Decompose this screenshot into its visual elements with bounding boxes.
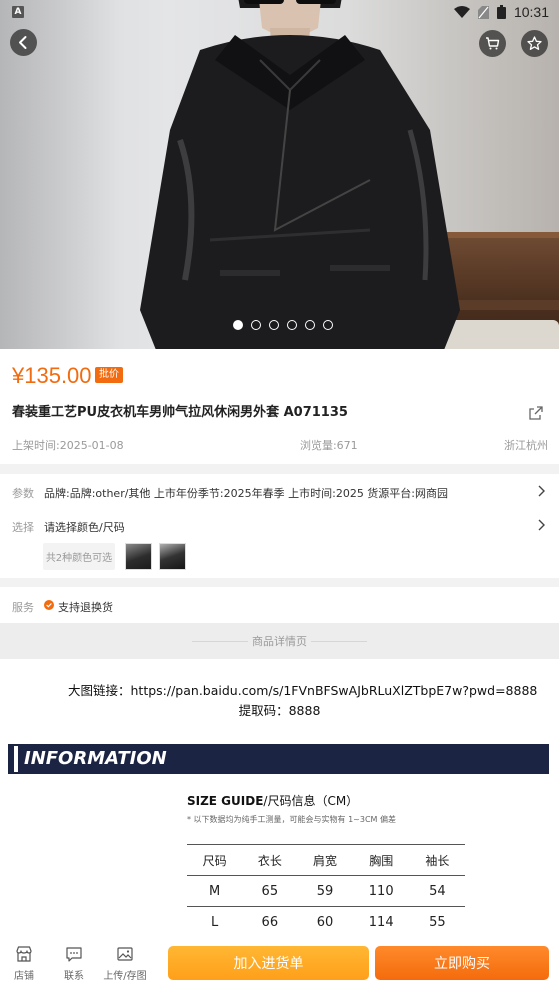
section-divider: [0, 578, 559, 587]
contact-button[interactable]: 联系: [48, 945, 100, 982]
size-header-cell: 胸围: [352, 844, 410, 876]
size-cell: 110: [352, 875, 410, 907]
divider-line: [192, 640, 248, 642]
section-divider: [0, 464, 559, 474]
detail-header-text: 商品详情页: [252, 635, 307, 648]
gallery-dot[interactable]: [286, 320, 297, 330]
color-thumbnail[interactable]: [125, 543, 152, 570]
view-count: 浏览量:671: [299, 439, 358, 452]
detail-section-header: 商品详情页: [0, 623, 559, 659]
chevron-right-icon: [538, 485, 545, 497]
table-row: M 65 59 110 54: [187, 875, 465, 907]
size-header-cell: 尺码: [187, 844, 243, 876]
size-cell: 54: [409, 875, 465, 907]
size-cell: 55: [409, 906, 465, 935]
extraction-code-text: 提取码：8888: [238, 703, 321, 718]
divider-line: [311, 640, 367, 642]
params-label: 参数: [12, 487, 34, 500]
size-table-header: 尺码 衣长 肩宽 胸围 袖长: [187, 844, 465, 876]
buy-now-button[interactable]: 立即购买: [375, 946, 549, 980]
upload-label: 上传/存图: [103, 971, 147, 982]
cart-icon: [486, 37, 500, 50]
contact-label: 联系: [64, 971, 84, 982]
options-section: 参数 品牌:品牌:other/其他 上市年份季节:2025年春季 上市时间:20…: [0, 474, 559, 578]
back-button[interactable]: [10, 29, 37, 56]
select-text: 请选择颜色/尺码: [44, 521, 125, 534]
size-guide-rest: /尺码信息（CM）: [263, 794, 359, 808]
notification-badge-icon: A: [12, 6, 24, 18]
gallery-dot[interactable]: [250, 320, 261, 330]
shop-label: 店铺: [14, 971, 34, 982]
product-title: 春装重工艺PU皮衣机车男帅气拉风休闲男外套 A071135: [12, 405, 348, 420]
size-header-cell: 衣长: [242, 844, 298, 876]
product-image-gallery[interactable]: A 10:31: [0, 0, 559, 349]
information-banner: INFORMATION: [8, 744, 549, 774]
image-icon: [117, 947, 133, 961]
params-text: 品牌:品牌:other/其他 上市年份季节:2025年春季 上市时间:2025 …: [44, 487, 449, 500]
size-guide-bold: SIZE GUIDE: [187, 794, 264, 808]
select-label: 选择: [12, 521, 34, 534]
chat-icon: [66, 947, 82, 962]
listed-time: 上架时间:2025-01-08: [12, 439, 124, 452]
size-cell: 114: [352, 906, 410, 935]
product-description: 大图链接：https://pan.baidu.com/s/1FVnBFSwAJb…: [0, 659, 559, 935]
service-text: 支持退换货: [58, 601, 113, 614]
wifi-icon: [453, 6, 470, 18]
gallery-dot[interactable]: [304, 320, 315, 330]
sim-icon: [477, 5, 489, 19]
chevron-right-icon: [538, 519, 545, 531]
size-cell: 65: [242, 875, 298, 907]
service-label: 服务: [12, 601, 34, 614]
banner-accent-bar: [14, 746, 18, 772]
service-section: 服务 支持退换货: [0, 587, 559, 623]
back-arrow-icon: [19, 36, 27, 49]
size-guide-note: * 以下数据均为纯手工测量，可能会与实物有 1~3CM 偏差: [187, 815, 396, 824]
size-guide-title: SIZE GUIDE/尺码信息（CM）: [187, 792, 358, 809]
product-price: ¥135.00: [12, 363, 92, 388]
size-table: 尺码 衣长 肩宽 胸围 袖长 M 65 59 110 54 L 66 60 11…: [187, 844, 465, 935]
status-bar: A 10:31: [0, 0, 559, 24]
size-cell: 66: [242, 906, 298, 935]
gallery-dot[interactable]: [268, 320, 279, 330]
shop-icon: [16, 946, 32, 962]
cart-button[interactable]: [479, 30, 506, 57]
battery-icon: [496, 5, 506, 19]
upload-save-image-button[interactable]: 上传/存图: [99, 945, 151, 982]
gallery-dot[interactable]: [322, 320, 333, 330]
add-to-cart-button[interactable]: 加入进货单: [168, 946, 369, 980]
size-header-cell: 肩宽: [297, 844, 353, 876]
product-photo-model: [140, 0, 460, 349]
status-time: 10:31: [513, 4, 549, 20]
size-cell: 60: [297, 906, 353, 935]
gallery-dot[interactable]: [232, 320, 243, 330]
table-row: L 66 60 114 55: [187, 906, 465, 935]
size-cell: L: [187, 906, 243, 935]
download-link-text: 大图链接：https://pan.baidu.com/s/1FVnBFSwAJb…: [68, 683, 538, 698]
product-meta: 上架时间:2025-01-08 浏览量:671 浙江杭州: [12, 437, 548, 453]
wholesale-price-tag: 批价: [95, 367, 123, 383]
color-thumbnail[interactable]: [159, 543, 186, 570]
size-cell: 59: [297, 875, 353, 907]
price-section: ¥135.00 批价 春装重工艺PU皮衣机车男帅气拉风休闲男外套 A071135…: [0, 349, 559, 464]
shop-button[interactable]: 店铺: [0, 945, 50, 982]
favorite-button[interactable]: [521, 30, 548, 57]
banner-title: INFORMATION: [24, 748, 167, 769]
check-circle-icon: [44, 600, 54, 610]
gallery-pagination[interactable]: [0, 320, 559, 330]
share-icon[interactable]: [528, 405, 544, 421]
color-count-pill[interactable]: 共2种颜色可选: [43, 543, 115, 570]
star-icon: [527, 36, 542, 50]
status-icons: 10:31: [453, 4, 549, 20]
size-cell: M: [187, 875, 243, 907]
location: 浙江杭州: [504, 439, 548, 452]
bottom-action-bar: 店铺 联系 上传/存图 加入进货单 立即购买: [0, 935, 559, 993]
size-header-cell: 袖长: [409, 844, 465, 876]
